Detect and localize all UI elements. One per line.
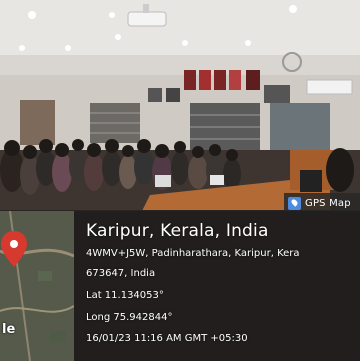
photo-frame: le GPS Map Karipur, Kerala, India 4WMV+J… bbox=[0, 0, 360, 361]
map-thumbnail[interactable]: le bbox=[0, 211, 74, 361]
map-logo-fragment: le bbox=[2, 322, 16, 337]
address-line-2: 673647, India bbox=[86, 268, 156, 279]
place-name: Karipur, Kerala, India bbox=[86, 221, 269, 241]
geotag-overlay: Karipur, Kerala, India 4WMV+J5W, Padinha… bbox=[74, 211, 360, 361]
satellite-map bbox=[0, 211, 74, 361]
gps-map-icon bbox=[288, 196, 301, 210]
longitude: Long 75.942844° bbox=[86, 312, 173, 323]
address-line-1: 4WMV+J5W, Padinharathara, Karipur, Kera bbox=[86, 248, 300, 259]
gps-map-camera-badge: GPS Map bbox=[284, 193, 360, 213]
timestamp: 16/01/23 11:16 AM GMT +05:30 bbox=[86, 333, 248, 344]
badge-label: GPS Map bbox=[305, 197, 351, 209]
latitude: Lat 11.134053° bbox=[86, 290, 164, 301]
